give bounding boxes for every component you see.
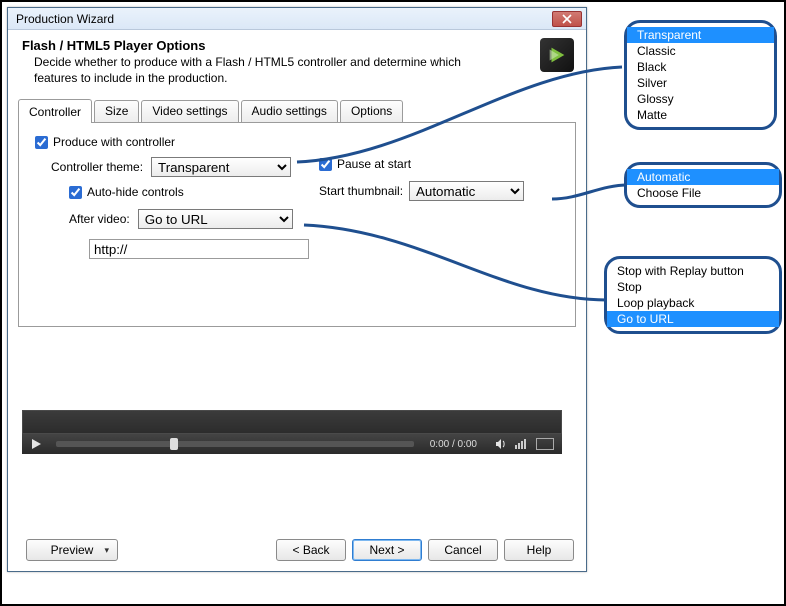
theme-option[interactable]: Silver [627,75,774,91]
tab-label: Controller [29,105,81,119]
tab-audio-settings[interactable]: Audio settings [241,100,338,122]
play-button[interactable] [22,434,50,454]
start-thumbnail-label: Start thumbnail: [319,184,403,198]
start-thumbnail-row: Start thumbnail: Automatic [319,181,569,201]
tab-label: Video settings [152,104,227,118]
after-video-label: After video: [69,212,130,226]
theme-option[interactable]: Black [627,59,774,75]
video-time: 0:00 / 0:00 [430,439,477,450]
after-option[interactable]: Stop with Replay button [607,263,779,279]
tab-label: Size [105,104,128,118]
controller-theme-select[interactable]: Transparent [151,157,291,177]
checkbox-label: Auto-hide controls [87,185,184,199]
theme-options-callout: Transparent Classic Black Silver Glossy … [624,20,777,130]
produce-with-controller-input[interactable] [35,136,48,149]
producer-icon [546,44,568,66]
preview-button[interactable]: Preview [26,539,118,561]
tab-options[interactable]: Options [340,100,403,122]
tab-content-controller: Produce with controller Controller theme… [18,122,576,327]
tab-controller[interactable]: Controller [18,99,92,123]
url-input[interactable] [89,239,309,259]
after-video-options-callout: Stop with Replay button Stop Loop playba… [604,256,782,334]
button-label: Next > [369,543,404,557]
pause-at-start-input[interactable] [319,158,332,171]
tab-bar: Controller Size Video settings Audio set… [8,98,586,122]
button-label: Preview [51,543,94,557]
video-track-area [22,410,562,434]
start-thumbnail-select[interactable]: Automatic [409,181,524,201]
close-button[interactable] [552,11,582,27]
next-button[interactable]: Next > [352,539,422,561]
thumb-option[interactable]: Choose File [627,185,779,201]
thumb-option[interactable]: Automatic [627,169,779,185]
theme-option[interactable]: Glossy [627,91,774,107]
tab-video-settings[interactable]: Video settings [141,100,238,122]
after-video-select[interactable]: Go to URL [138,209,293,229]
close-icon [562,14,572,24]
video-preview: 0:00 / 0:00 [22,410,562,454]
fullscreen-button[interactable] [536,438,554,450]
button-label: < Back [292,543,329,557]
tab-label: Options [351,104,392,118]
theme-option[interactable]: Transparent [627,27,774,43]
titlebar: Production Wizard [8,8,586,30]
controller-theme-label: Controller theme: [51,160,143,174]
speaker-icon [495,438,507,450]
dialog-header: Flash / HTML5 Player Options Decide whet… [8,30,586,96]
back-button[interactable]: < Back [276,539,346,561]
help-button[interactable]: Help [504,539,574,561]
after-option[interactable]: Stop [607,279,779,295]
checkbox-label: Produce with controller [53,135,175,149]
after-option[interactable]: Loop playback [607,295,779,311]
page-description: Decide whether to produce with a Flash /… [34,55,464,86]
video-controls: 0:00 / 0:00 [22,434,562,454]
dialog-button-row: Preview < Back Next > Cancel Help [8,539,586,561]
theme-option[interactable]: Classic [627,43,774,59]
produce-with-controller-checkbox[interactable]: Produce with controller [35,135,559,149]
after-option[interactable]: Go to URL [607,311,779,327]
button-label: Cancel [444,543,481,557]
seek-bar[interactable] [56,441,414,447]
button-label: Help [527,543,552,557]
header-graphic [540,38,574,72]
seek-thumb[interactable] [170,438,178,450]
checkbox-label: Pause at start [337,157,411,171]
tab-size[interactable]: Size [94,100,139,122]
page-title: Flash / HTML5 Player Options [22,38,536,53]
production-wizard-dialog: Production Wizard Flash / HTML5 Player O… [7,7,587,572]
thumbnail-options-callout: Automatic Choose File [624,162,782,208]
auto-hide-input[interactable] [69,186,82,199]
after-video-row: After video: Go to URL [69,209,559,229]
tab-label: Audio settings [252,104,327,118]
pause-at-start-checkbox[interactable]: Pause at start [319,157,569,171]
volume-button[interactable] [487,434,515,454]
window-title: Production Wizard [16,12,552,26]
page-frame: Production Wizard Flash / HTML5 Player O… [0,0,786,606]
pause-block: Pause at start Start thumbnail: Automati… [319,157,569,201]
volume-bars[interactable] [515,439,526,449]
play-icon [30,438,42,450]
theme-option[interactable]: Matte [627,107,774,123]
cancel-button[interactable]: Cancel [428,539,498,561]
